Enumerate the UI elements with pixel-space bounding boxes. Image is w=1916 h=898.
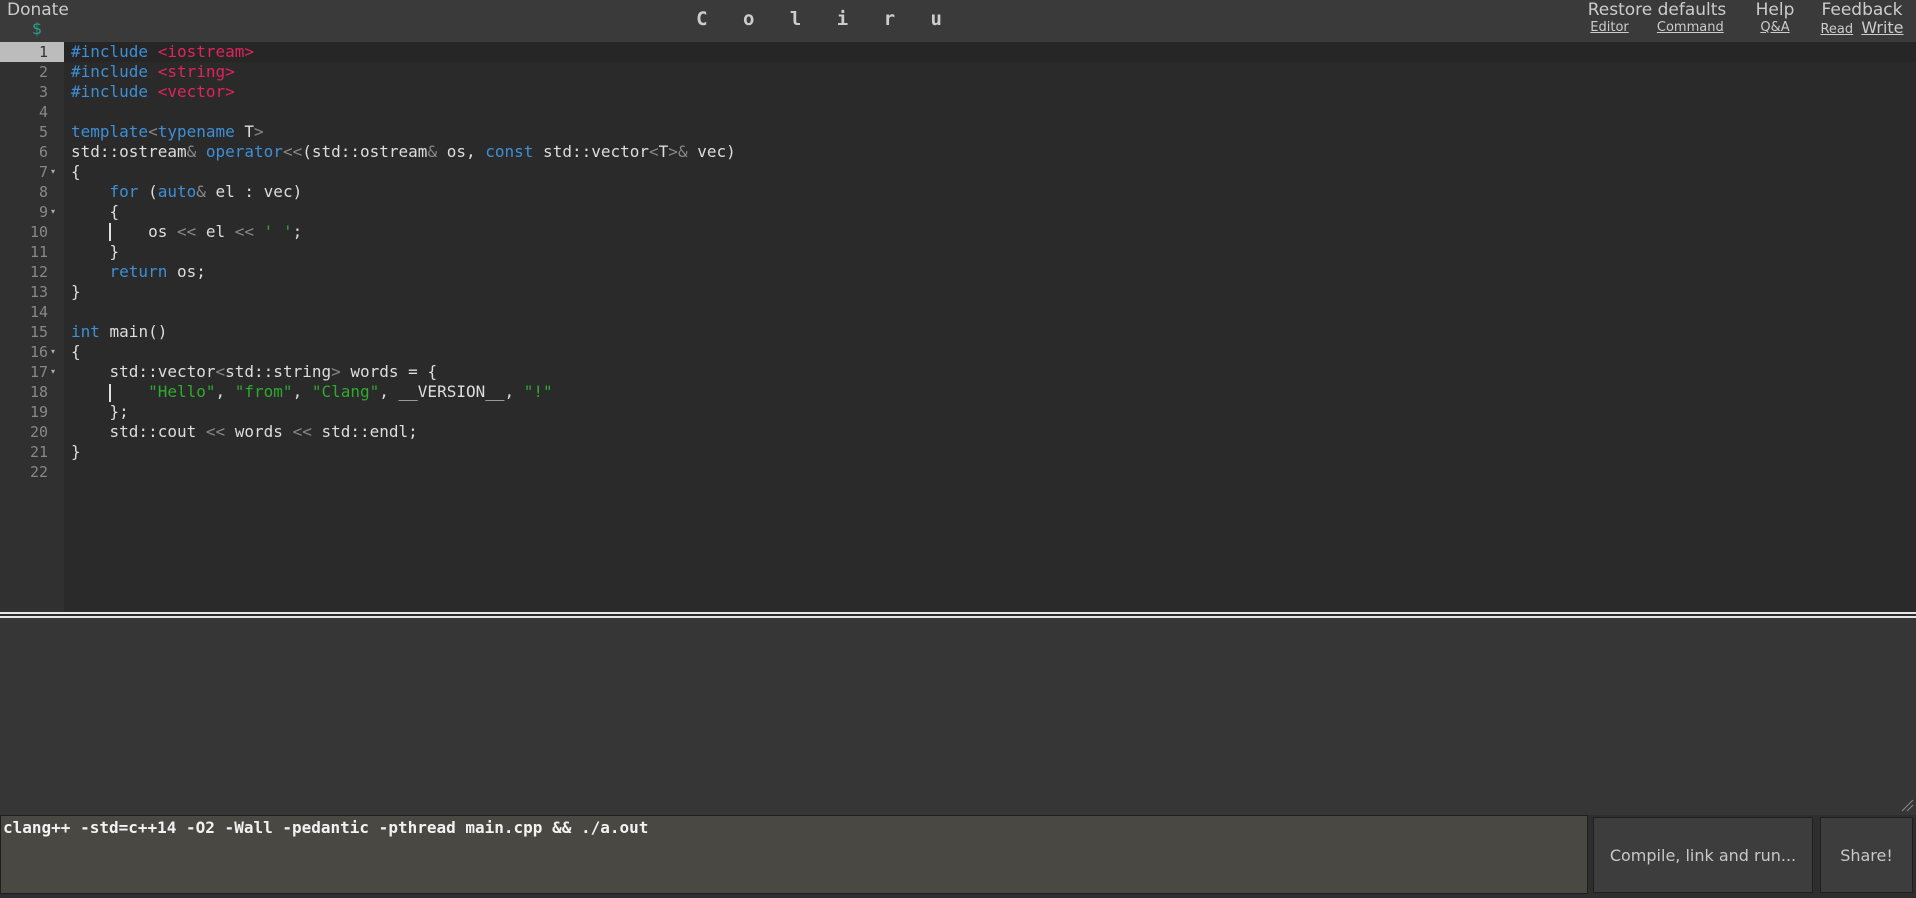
indent-guide	[109, 384, 111, 402]
code-line[interactable]: };	[71, 402, 129, 422]
code-line[interactable]: int main()	[71, 322, 167, 342]
line-number: 15	[29, 323, 48, 341]
active-line-highlight	[64, 42, 1916, 62]
line-number-gutter: 1 2 3 4 5 6 7 ▾ 8 9 ▾ 10 11 12 13 14 15 16 ▾ 17 ▾ 18 19 20 21 22	[0, 42, 64, 612]
feedback-label: Feedback	[1821, 0, 1903, 20]
share-button[interactable]: Share!	[1820, 817, 1913, 893]
line-number: 1	[0, 42, 64, 62]
code-line[interactable]: #include <vector>	[71, 82, 235, 102]
line-number: 6	[38, 143, 48, 161]
line-number: 22	[29, 463, 48, 481]
code-line[interactable]: template<typename T>	[71, 122, 264, 142]
compile-run-button[interactable]: Compile, link and run...	[1593, 817, 1813, 893]
restore-command-link[interactable]: Command	[1657, 20, 1724, 35]
top-bar: Donate $ C o l i r u Restore defaults Ed…	[0, 0, 1916, 42]
line-number: 11	[29, 243, 48, 261]
qa-link[interactable]: Q&A	[1760, 20, 1789, 35]
fold-arrow-icon[interactable]: ▾	[51, 362, 61, 382]
code-line[interactable]: }	[71, 242, 120, 262]
line-number: 2	[38, 63, 48, 81]
code-line[interactable]: #include <string>	[71, 62, 235, 82]
code-line[interactable]: os << el << ' ';	[71, 222, 302, 242]
line-number: 7	[38, 163, 48, 181]
line-number: 4	[38, 103, 48, 121]
bottom-bar: clang++ -std=c++14 -O2 -Wall -pedantic -…	[0, 815, 1916, 898]
line-number: 10	[29, 223, 48, 241]
fold-arrow-icon[interactable]: ▾	[51, 202, 61, 222]
line-number: 3	[38, 83, 48, 101]
fold-arrow-icon[interactable]: ▾	[51, 162, 61, 182]
code-line[interactable]: {	[71, 162, 81, 182]
help-label: Help	[1755, 0, 1795, 20]
line-number: 18	[29, 383, 48, 401]
restore-defaults-menu: Restore defaults Editor Command	[1574, 0, 1740, 36]
command-input[interactable]: clang++ -std=c++14 -O2 -Wall -pedantic -…	[0, 815, 1588, 894]
page-title: C o l i r u	[696, 8, 954, 30]
line-number: 5	[38, 123, 48, 141]
code-line[interactable]: std::vector<std::string> words = {	[71, 362, 438, 382]
line-number: 14	[29, 303, 48, 321]
code-line[interactable]: }	[71, 282, 81, 302]
restore-editor-link[interactable]: Editor	[1590, 20, 1628, 35]
code-line[interactable]: {	[71, 202, 120, 222]
resize-grip-icon[interactable]	[1900, 798, 1914, 812]
line-number: 9	[38, 203, 48, 221]
line-number: 21	[29, 443, 48, 461]
line-number: 12	[29, 263, 48, 281]
code-line[interactable]: "Hello", "from", "Clang", __VERSION__, "…	[71, 382, 553, 402]
code-line[interactable]: {	[71, 342, 81, 362]
line-number: 20	[29, 423, 48, 441]
read-link[interactable]: Read	[1820, 22, 1853, 37]
code-line[interactable]: return os;	[71, 262, 206, 282]
write-link[interactable]: Write	[1861, 18, 1903, 37]
fold-arrow-icon[interactable]: ▾	[51, 342, 61, 362]
line-number: 16	[29, 343, 48, 361]
code-line[interactable]: std::cout << words << std::endl;	[71, 422, 418, 442]
code-line[interactable]: }	[71, 442, 81, 462]
restore-defaults-label: Restore defaults	[1587, 0, 1727, 20]
line-number: 17	[29, 363, 48, 381]
indent-guide	[109, 223, 111, 241]
feedback-menu: Feedback Read Write	[1812, 0, 1912, 38]
line-number: 8	[38, 183, 48, 201]
output-pane	[0, 618, 1916, 815]
code-line[interactable]: for (auto& el : vec)	[71, 182, 303, 202]
code-line[interactable]: std::ostream& operator<<(std::ostream& o…	[71, 142, 736, 162]
line-number: 13	[29, 283, 48, 301]
code-editor[interactable]: 1 2 3 4 5 6 7 ▾ 8 9 ▾ 10 11 12 13 14 15 16 ▾ 17 ▾ 18 19 20 21 22 …	[0, 42, 1916, 612]
code-line[interactable]: #include <iostream>	[71, 42, 254, 62]
help-menu: Help Q&A	[1750, 0, 1800, 36]
line-number: 19	[29, 403, 48, 421]
